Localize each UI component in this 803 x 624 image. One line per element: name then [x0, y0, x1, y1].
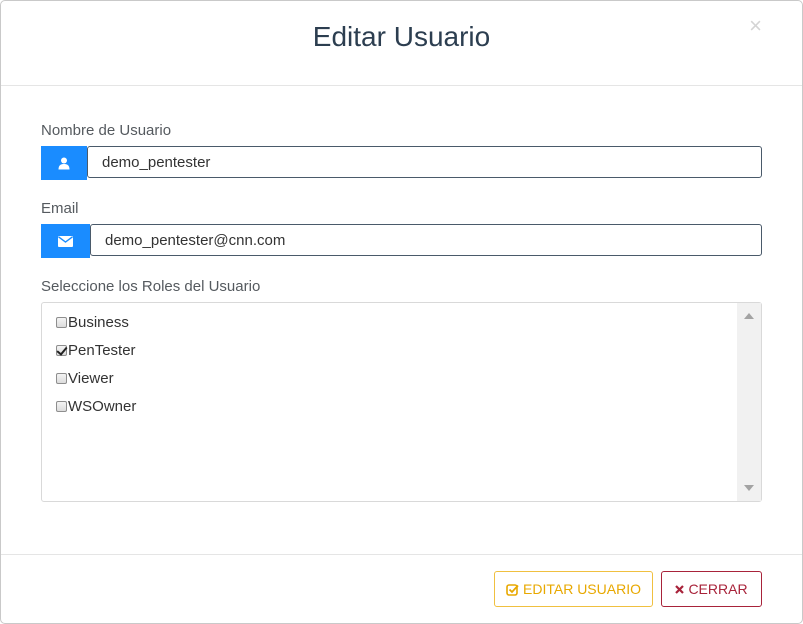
email-field[interactable]: [90, 224, 762, 256]
close-icon[interactable]: ×: [749, 15, 762, 37]
scroll-down-arrow-icon[interactable]: [744, 485, 754, 491]
role-checkbox-viewer[interactable]: [56, 373, 67, 384]
envelope-icon: [41, 224, 90, 258]
roles-list[interactable]: Business PenTester Viewer WSOwner: [41, 302, 762, 502]
role-item-wsowner[interactable]: WSOwner: [56, 398, 136, 415]
role-checkbox-wsowner[interactable]: [56, 401, 67, 412]
edit-user-button[interactable]: EDITAR USUARIO: [494, 571, 653, 607]
roles-scrollbar[interactable]: [737, 303, 761, 501]
role-label-business: Business: [68, 314, 129, 331]
role-item-viewer[interactable]: Viewer: [56, 370, 114, 387]
edit-user-modal: Editar Usuario × Nombre de Usuario Email…: [0, 0, 803, 624]
roles-label: Seleccione los Roles del Usuario: [41, 278, 261, 295]
role-label-pentester: PenTester: [68, 342, 136, 359]
role-checkbox-business[interactable]: [56, 317, 67, 328]
role-label-viewer: Viewer: [68, 370, 114, 387]
close-label: CERRAR: [688, 581, 748, 597]
role-checkbox-pentester[interactable]: [56, 345, 67, 356]
user-icon: [41, 146, 87, 180]
role-item-business[interactable]: Business: [56, 314, 129, 331]
username-input-group: [41, 146, 762, 180]
modal-header: Editar Usuario ×: [1, 1, 802, 86]
username-label: Nombre de Usuario: [41, 122, 172, 139]
role-item-pentester[interactable]: PenTester: [56, 342, 136, 359]
role-label-wsowner: WSOwner: [68, 398, 137, 415]
modal-footer: EDITAR USUARIO CERRAR: [1, 554, 802, 623]
check-square-icon: [506, 583, 519, 596]
modal-title: Editar Usuario: [312, 21, 491, 52]
times-icon: [675, 584, 685, 594]
email-label: Email: [41, 200, 79, 217]
close-button[interactable]: CERRAR: [661, 571, 762, 607]
scroll-up-arrow-icon[interactable]: [744, 313, 754, 319]
username-field[interactable]: [87, 146, 762, 178]
edit-user-label: EDITAR USUARIO: [523, 581, 641, 597]
email-input-group: [41, 224, 762, 258]
